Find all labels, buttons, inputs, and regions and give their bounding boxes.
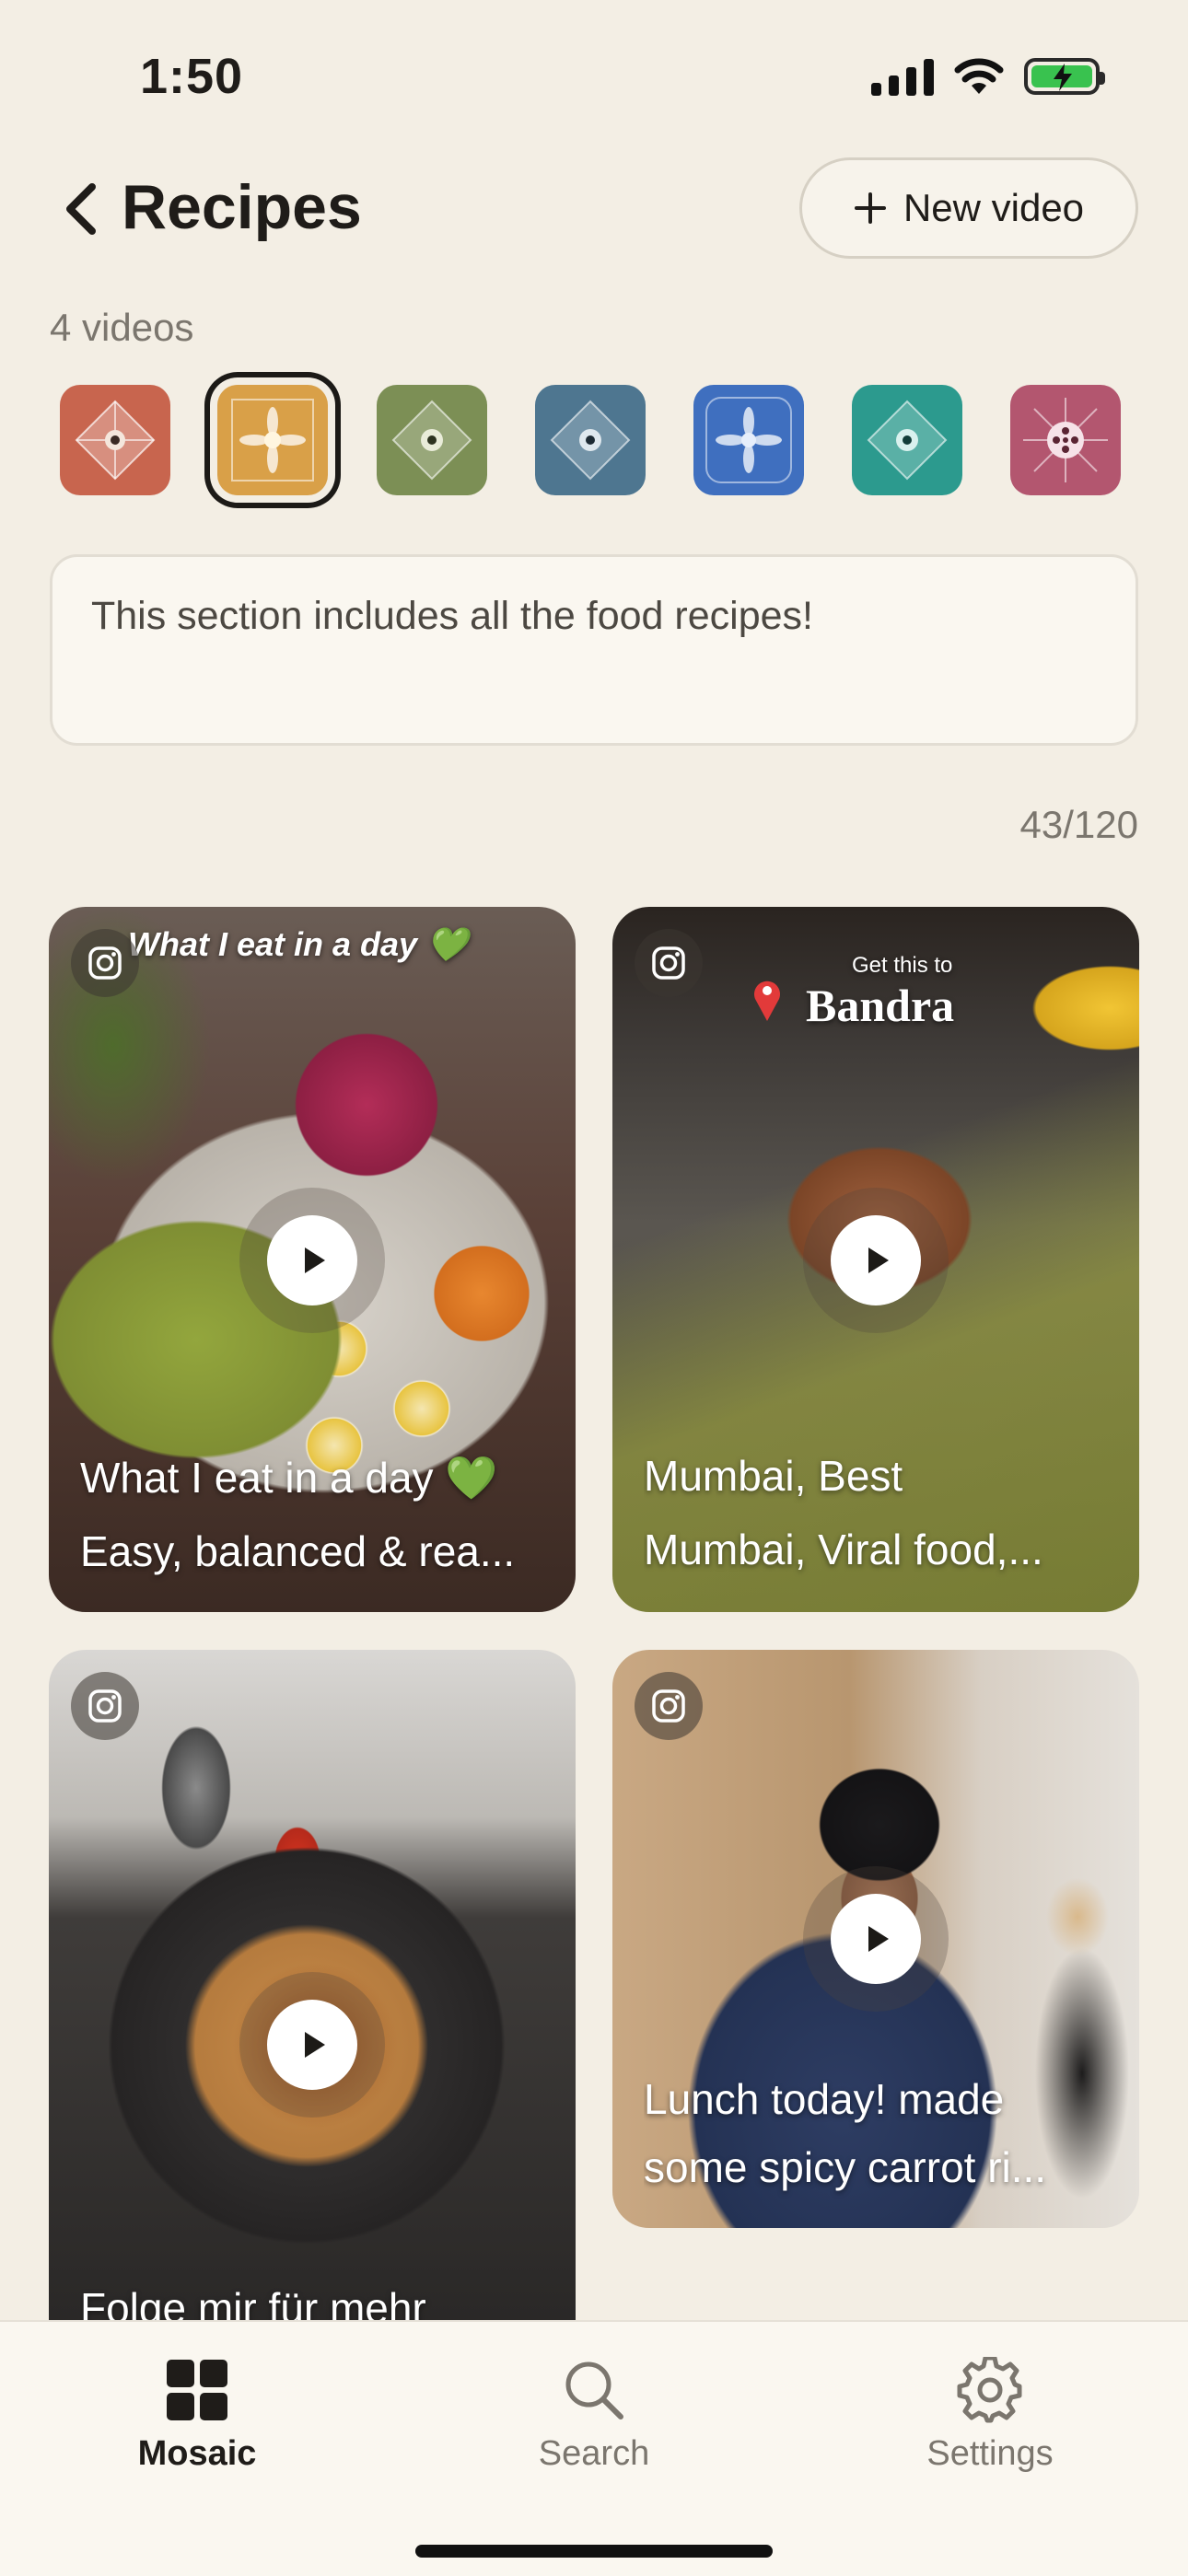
video-caption-line2: Easy, balanced & rea... <box>80 1527 516 1575</box>
tab-bar: Mosaic Search Settings <box>0 2320 1188 2576</box>
description-text: This section includes all the food recip… <box>91 594 813 638</box>
tab-search[interactable]: Search <box>483 2353 705 2474</box>
video-caption-line1: Folge mir für mehr <box>80 2284 426 2320</box>
page-title: Recipes <box>122 172 362 242</box>
theme-icon-terracotta[interactable] <box>60 385 170 495</box>
play-button[interactable] <box>267 2000 357 2090</box>
play-icon <box>868 1247 889 1273</box>
video-caption-line1: Mumbai, Best <box>644 1452 903 1500</box>
grid-icon <box>167 2360 227 2420</box>
theme-icon-teal[interactable] <box>852 385 962 495</box>
gear-icon <box>957 2357 1022 2423</box>
battery-charging-icon <box>1024 58 1105 95</box>
play-icon <box>868 1926 889 1952</box>
status-time: 1:50 <box>140 49 244 104</box>
video-overlay-text: Bandra <box>806 980 955 1031</box>
video-card-4[interactable]: Lunch today! made some spicy carrot ri..… <box>612 1650 1139 2228</box>
home-indicator <box>415 2545 773 2558</box>
plus-icon <box>854 192 886 224</box>
instagram-icon <box>635 1672 703 1740</box>
instagram-icon <box>635 929 703 997</box>
theme-icon-mustard[interactable] <box>217 385 328 495</box>
cellular-signal-icon <box>871 57 934 96</box>
tab-search-label: Search <box>538 2434 650 2473</box>
theme-icon-slate-blue[interactable] <box>535 385 646 495</box>
video-card-2[interactable]: Get this to Bandra Mumbai, Best Mumbai, … <box>612 907 1139 1612</box>
status-bar: 1:50 <box>0 0 1188 157</box>
video-caption-line2: some spicy carrot ri... <box>644 2143 1047 2191</box>
search-icon <box>565 2361 623 2419</box>
character-counter: 43/120 <box>1019 803 1138 846</box>
instagram-icon <box>71 1672 139 1740</box>
video-caption-line1: Lunch today! made <box>644 2075 1005 2123</box>
video-card-1[interactable]: What I eat in a day 💚 What I eat in a da… <box>49 907 576 1612</box>
video-count: 4 videos <box>50 306 194 349</box>
description-field[interactable]: This section includes all the food recip… <box>50 554 1138 746</box>
tab-settings[interactable]: Settings <box>879 2353 1101 2474</box>
video-card-3[interactable]: Folge mir für mehr <box>49 1650 576 2320</box>
new-video-button[interactable]: New video <box>799 157 1138 259</box>
back-chevron-icon[interactable] <box>59 180 105 238</box>
tab-mosaic-label: Mosaic <box>137 2434 257 2473</box>
play-button[interactable] <box>831 1894 921 1984</box>
wifi-icon <box>954 58 1004 94</box>
play-icon <box>305 2032 325 2058</box>
tab-mosaic[interactable]: Mosaic <box>87 2353 308 2474</box>
instagram-icon <box>71 929 139 997</box>
theme-icon-picker <box>0 385 1188 501</box>
play-icon <box>305 1247 325 1273</box>
video-overlay-text: What I eat in a day 💚 <box>128 925 468 963</box>
theme-icon-royal-blue[interactable] <box>693 385 804 495</box>
video-caption-line1: What I eat in a day 💚 <box>80 1454 498 1502</box>
theme-icon-rose[interactable] <box>1010 385 1121 495</box>
play-button[interactable] <box>831 1215 921 1305</box>
location-pin-icon <box>754 981 780 1021</box>
play-button[interactable] <box>267 1215 357 1305</box>
video-overlay-subtext: Get this to <box>852 953 953 978</box>
new-video-label: New video <box>903 186 1085 229</box>
tab-settings-label: Settings <box>926 2434 1054 2473</box>
video-caption-line2: Mumbai, Viral food,... <box>644 1526 1043 1573</box>
theme-icon-olive[interactable] <box>377 385 487 495</box>
